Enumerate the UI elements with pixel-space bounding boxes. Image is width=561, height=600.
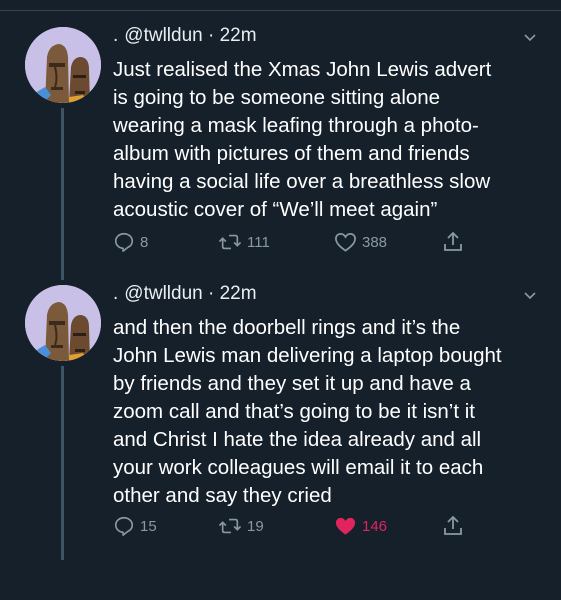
reply-icon (114, 232, 134, 252)
tweet-text-line: zoom call and that’s going to be it isn’… (113, 400, 475, 423)
user-handle[interactable]: @twlldun (124, 283, 202, 304)
moai-avatar-image (25, 27, 101, 103)
share-icon (444, 515, 462, 535)
retweet-icon (218, 234, 242, 250)
retweet-button[interactable]: 19 (218, 515, 264, 537)
like-button[interactable]: 388 (334, 231, 387, 253)
reply-count: 15 (140, 517, 157, 535)
tweet-text-line: by friends and they set it up and have a (113, 372, 471, 395)
moai-avatar-image (25, 285, 101, 361)
chevron-down-icon[interactable] (522, 30, 538, 46)
tweet-text-line: John Lewis man delivering a laptop bough… (113, 344, 502, 367)
timestamp[interactable]: 22m (220, 283, 257, 304)
retweet-button[interactable]: 111 (218, 231, 270, 253)
heart-icon (335, 232, 356, 252)
like-button[interactable]: 146 (334, 515, 387, 537)
tweet-header: . @twlldun · 22m (113, 283, 257, 305)
share-icon (444, 231, 462, 251)
reply-count: 8 (140, 233, 149, 251)
name-lead: . (113, 25, 119, 46)
thread-connector (61, 366, 64, 560)
tweet-text-line: and then the doorbell rings and it’s the (113, 316, 461, 339)
share-button[interactable] (443, 231, 463, 253)
tweet-text-line: and Christ I hate the idea already and a… (113, 428, 482, 451)
reply-icon (114, 516, 134, 536)
tweet-header: . @twlldun · 22m (113, 25, 257, 47)
tweet-text: Just realised the Xmas John Lewis advert… (113, 56, 543, 224)
tweet-text-line: having a social life over a breathless s… (113, 170, 491, 193)
retweet-count: 19 (247, 517, 264, 535)
meta-separator: · (208, 283, 215, 304)
meta-separator: · (208, 25, 215, 46)
tweet-text: and then the doorbell rings and it’s the… (113, 314, 543, 510)
like-count: 388 (362, 233, 388, 251)
tweet[interactable]: . @twlldun · 22m and then the doorbell ri… (0, 280, 561, 600)
avatar[interactable] (25, 285, 101, 361)
tweet-text-line: other and say they cried (113, 484, 332, 507)
tweet[interactable]: . @twlldun · 22m Just realised the Xmas J… (0, 0, 561, 280)
chevron-down-icon[interactable] (522, 288, 538, 304)
tweet-text-line: your work colleagues will email it to ea… (113, 456, 484, 479)
heart-icon (335, 517, 356, 535)
retweet-count: 111 (247, 233, 270, 251)
tweet-text-line: acoustic cover of “We’ll meet again” (113, 198, 438, 221)
reply-button[interactable]: 15 (113, 515, 157, 537)
tweet-text-line: album with pictures of them and friends (113, 142, 470, 165)
name-lead: . (113, 283, 119, 304)
tweet-text-line: is going to be someone sitting alone (113, 86, 441, 109)
user-handle[interactable]: @twlldun (124, 25, 202, 46)
retweet-icon (218, 518, 242, 534)
like-count: 146 (362, 517, 388, 535)
thread-connector (61, 108, 64, 280)
avatar[interactable] (25, 27, 101, 103)
share-button[interactable] (443, 515, 463, 537)
reply-button[interactable]: 8 (113, 231, 148, 253)
tweet-text-line: Just realised the Xmas John Lewis advert (113, 58, 492, 81)
tweet-text-line: wearing a mask leafing through a photo- (113, 114, 479, 137)
timestamp[interactable]: 22m (220, 25, 257, 46)
